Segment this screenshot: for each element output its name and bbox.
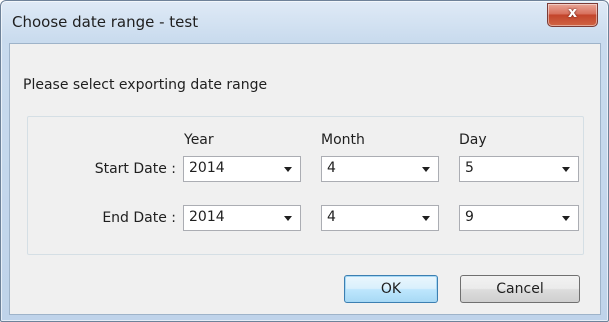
- start-day-select[interactable]: 5: [459, 156, 579, 182]
- start-date-label: Start Date :: [94, 161, 176, 177]
- window-title: Choose date range - test: [12, 13, 199, 31]
- start-year-select[interactable]: 2014: [183, 156, 301, 182]
- month-column-header: Month: [321, 132, 365, 148]
- cancel-button[interactable]: Cancel: [460, 275, 580, 303]
- chevron-down-icon: [422, 216, 430, 221]
- chevron-down-icon: [284, 216, 292, 221]
- end-year-select[interactable]: 2014: [183, 205, 301, 231]
- close-icon: x: [567, 5, 578, 21]
- start-month-value: 4: [327, 160, 336, 176]
- ok-button[interactable]: OK: [344, 275, 438, 303]
- start-day-value: 5: [465, 160, 474, 176]
- end-month-value: 4: [327, 209, 336, 225]
- chevron-down-icon: [562, 216, 570, 221]
- end-day-value: 9: [465, 209, 474, 225]
- chevron-down-icon: [422, 167, 430, 172]
- close-button[interactable]: x: [547, 3, 598, 27]
- day-column-header: Day: [459, 132, 487, 148]
- prompt-text: Please select exporting date range: [23, 77, 268, 93]
- title-bar[interactable]: Choose date range - test x: [1, 1, 608, 41]
- year-column-header: Year: [184, 132, 214, 148]
- start-month-select[interactable]: 4: [321, 156, 439, 182]
- end-month-select[interactable]: 4: [321, 205, 439, 231]
- end-year-value: 2014: [189, 209, 225, 225]
- chevron-down-icon: [284, 167, 292, 172]
- dialog-window: Choose date range - test x Please select…: [0, 0, 609, 322]
- end-date-label: End Date :: [102, 210, 176, 226]
- date-range-group: [27, 116, 584, 255]
- start-year-value: 2014: [189, 160, 225, 176]
- end-day-select[interactable]: 9: [459, 205, 579, 231]
- chevron-down-icon: [562, 167, 570, 172]
